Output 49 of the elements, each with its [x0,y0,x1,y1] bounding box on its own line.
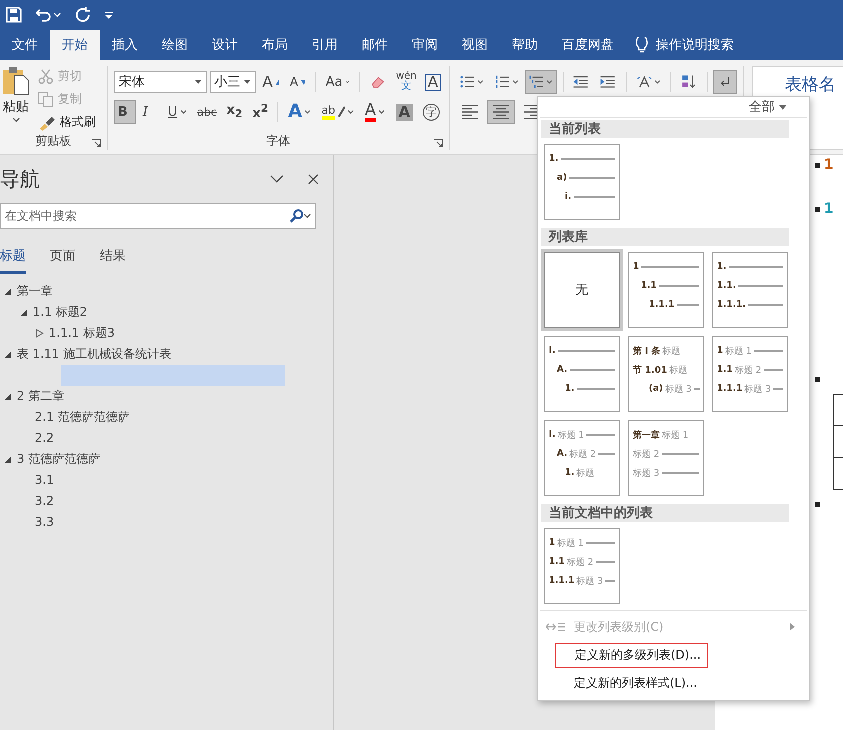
level-number: 1.1. [717,281,736,291]
level-caption: 标题 3 [633,468,660,480]
heading-number: 1 [824,201,834,217]
level-number: 第 I 条 [633,346,661,358]
level-number: 1.1.1. [717,300,746,310]
level-number: i. [565,192,572,202]
level-number: 1. [717,262,727,272]
level-caption: 标题 3 [665,384,692,396]
level-caption: 标题 1 [557,538,584,550]
level-caption: 标题 1 [662,430,689,442]
level-caption: 标题 1 [725,346,752,358]
level-number: A. [557,365,568,375]
level-caption: 标题 [662,346,681,358]
highlight-outline: 定义新的多级列表(D)... [555,642,708,668]
level-caption: 标题 2 [734,364,762,376]
level-number: 1.1.1 [549,576,575,586]
section-header: 当前列表 [541,120,789,138]
section-header: 当前文档中的列表 [541,504,789,522]
level-number: 第一章 [633,429,660,442]
level-caption: 标题 [669,364,688,376]
group-label: 剪贴板 [36,133,72,150]
level-number: 1.1 [717,365,733,375]
level-number: 1. [565,384,575,394]
level-caption: 标题 2 [566,556,594,568]
level-number: 1.1 [641,281,657,291]
level-number: (a) [649,384,664,394]
pane-title: 导航 [0,166,41,192]
heading-number: 1 [824,157,834,173]
level-caption: 标题 2 [570,448,596,460]
level-caption: 标题 2 [633,448,660,460]
level-number: 1.1 [549,557,565,567]
section-header: 列表库 [541,228,789,246]
level-number: I. [549,430,556,440]
level-number: 1.1.1 [717,384,743,394]
level-caption: 标题 [576,468,595,480]
level-number: 节 1.01 [633,364,668,376]
level-number: A. [557,449,568,459]
group-label: 字体 [266,132,290,150]
level-number: 1 [633,262,640,272]
level-caption: 标题 3 [744,384,772,396]
level-caption: 标题 1 [558,430,584,442]
level-number: 1 [549,538,556,548]
level-number: 1. [565,468,575,478]
level-number: 1.1.1 [649,300,675,310]
level-number: 1. [549,154,559,164]
level-number: 1 [717,346,724,356]
level-caption: 标题 3 [576,576,604,588]
level-number: I. [549,346,556,356]
level-number: a) [557,173,568,183]
